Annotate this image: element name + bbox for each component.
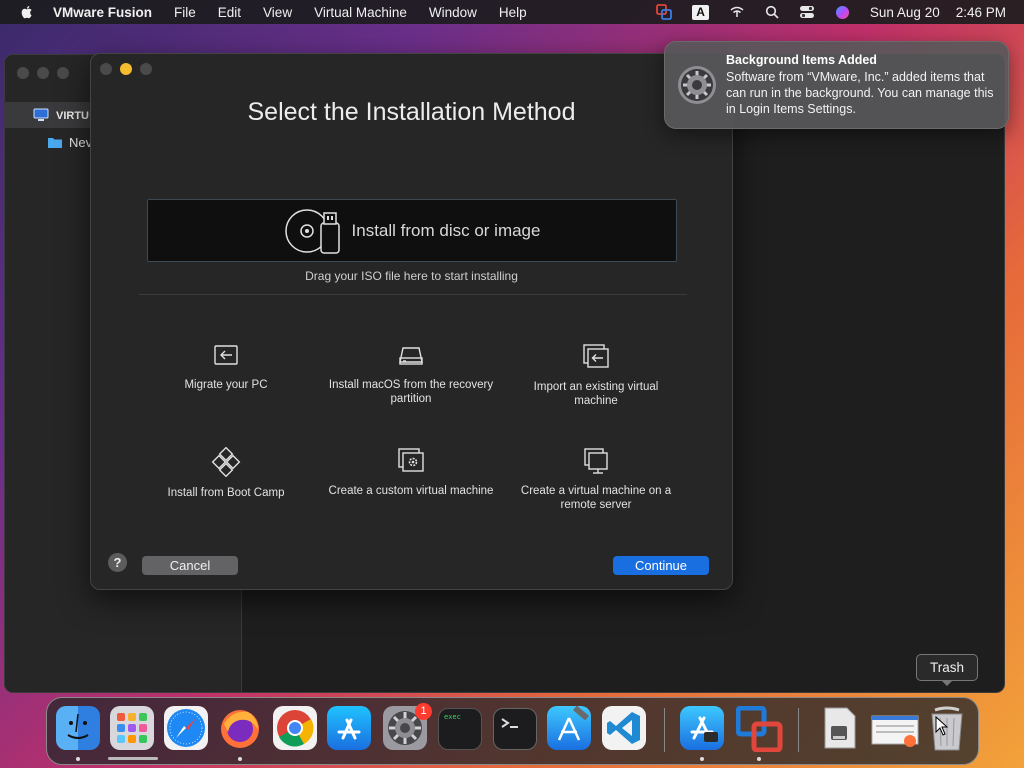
menubar-date[interactable]: Sun Aug 20 [870,5,940,20]
bootcamp-icon [211,447,241,477]
menu-view[interactable]: View [263,5,292,20]
console-icon[interactable]: exec [438,708,482,750]
settings-notification-badge: 1 [415,703,432,720]
dock-separator-2 [798,708,799,752]
notification-title: Background Items Added [726,53,877,67]
menubar-clock[interactable]: 2:46 PM [956,5,1006,20]
migrate-pc-option[interactable]: Migrate your PC [141,343,311,392]
vscode-icon[interactable] [602,706,646,750]
migrate-pc-label: Migrate your PC [184,379,268,391]
developer-app-icon[interactable] [680,706,724,750]
developer-app-running-indicator [700,757,704,761]
trash-icon[interactable] [927,706,971,751]
menu-window[interactable]: Window [429,5,477,20]
install-macos-recovery-label: Install macOS from the recovery partitio… [328,379,494,405]
background-items-notification[interactable]: Background Items Added Software from “VM… [664,41,1009,129]
dock-separator [664,708,665,752]
disk-image-icon[interactable] [819,706,863,750]
safari-icon[interactable] [164,706,208,750]
console-exec-label: exec [444,713,461,721]
vmware-status-icon[interactable] [656,4,673,20]
continue-button[interactable]: Continue [613,556,709,575]
dialog-close-button[interactable] [100,63,112,75]
migrate-icon [214,345,238,365]
menu-virtual-machine[interactable]: Virtual Machine [314,5,407,20]
xcode-icon[interactable] [547,705,591,750]
downloads-stack-icon[interactable] [870,706,919,750]
folder-icon [48,138,62,148]
keyboard-input-icon[interactable]: A [692,4,709,20]
installation-method-dialog: Select the Installation Method Install f… [90,53,733,590]
import-existing-vm-label: Import an existing virtual machine [533,381,659,407]
menu-file[interactable]: File [174,5,196,20]
create-remote-vm-option[interactable]: Create a virtual machine on a remote ser… [511,447,681,512]
library-root-label: VIRTU [56,110,89,122]
chrome-icon[interactable] [273,706,317,750]
create-custom-vm-option[interactable]: Create a custom virtual machine [326,447,496,498]
install-from-boot-camp-option[interactable]: Install from Boot Camp [141,447,311,500]
custom-vm-icon [398,448,424,472]
install-from-disc-drop-zone[interactable]: Install from disc or image [147,199,677,262]
finder-icon[interactable] [56,706,100,750]
app-store-icon[interactable] [327,706,371,750]
dock: 1 exec [46,697,979,765]
launchpad-icon[interactable] [110,706,154,750]
system-settings-gear-icon [678,66,716,104]
siri-icon[interactable] [835,5,850,20]
cancel-button[interactable]: Cancel [142,556,238,575]
drop-hint: Drag your ISO file here to start install… [305,269,518,283]
status-area: A Sun Aug 20 2:46 PM [636,0,1006,24]
spotlight-search-icon[interactable] [765,5,779,19]
terminal-icon[interactable] [493,708,537,750]
menu-edit[interactable]: Edit [218,5,241,20]
wifi-icon[interactable] [729,5,745,19]
dialog-minimize-button[interactable] [120,63,132,75]
create-custom-vm-label: Create a custom virtual machine [328,485,494,497]
launchpad-progress-indicator [108,757,158,760]
install-from-boot-camp-label: Install from Boot Camp [167,487,285,499]
drive-icon [399,347,423,365]
remote-vm-icon [584,448,608,474]
mouse-cursor-icon [935,716,949,736]
finder-running-indicator [76,757,80,761]
create-remote-vm-label: Create a virtual machine on a remote ser… [520,485,672,511]
dialog-zoom-button[interactable] [140,63,152,75]
app-menu[interactable]: VMware Fusion [53,5,152,20]
apple-icon[interactable] [19,4,35,20]
library-folder-label[interactable]: Nev [69,135,92,150]
vmware-fusion-icon[interactable] [735,705,783,753]
dock-tooltip: Trash [916,654,978,686]
close-window-button[interactable] [17,67,29,79]
monitor-icon [33,108,49,121]
control-center-icon[interactable] [799,5,815,19]
menu-bar: VMware Fusion File Edit View Virtual Mac… [0,0,1024,24]
firefox-icon[interactable] [218,706,262,750]
dialog-title: Select the Installation Method [247,98,576,126]
zoom-window-button[interactable] [57,67,69,79]
drop-zone-label: Install from disc or image [351,220,541,240]
notification-body: Software from “VMware, Inc.” added items… [726,70,994,116]
vmware-running-indicator [757,757,761,761]
disc-usb-icon [284,208,340,254]
import-icon [583,344,609,368]
install-macos-recovery-option[interactable]: Install macOS from the recovery partitio… [326,343,496,406]
divider [139,294,687,295]
import-existing-vm-option[interactable]: Import an existing virtual machine [511,343,681,408]
firefox-running-indicator [238,757,242,761]
minimize-window-button[interactable] [37,67,49,79]
menu-help[interactable]: Help [499,5,527,20]
help-button[interactable]: ? [108,553,127,572]
